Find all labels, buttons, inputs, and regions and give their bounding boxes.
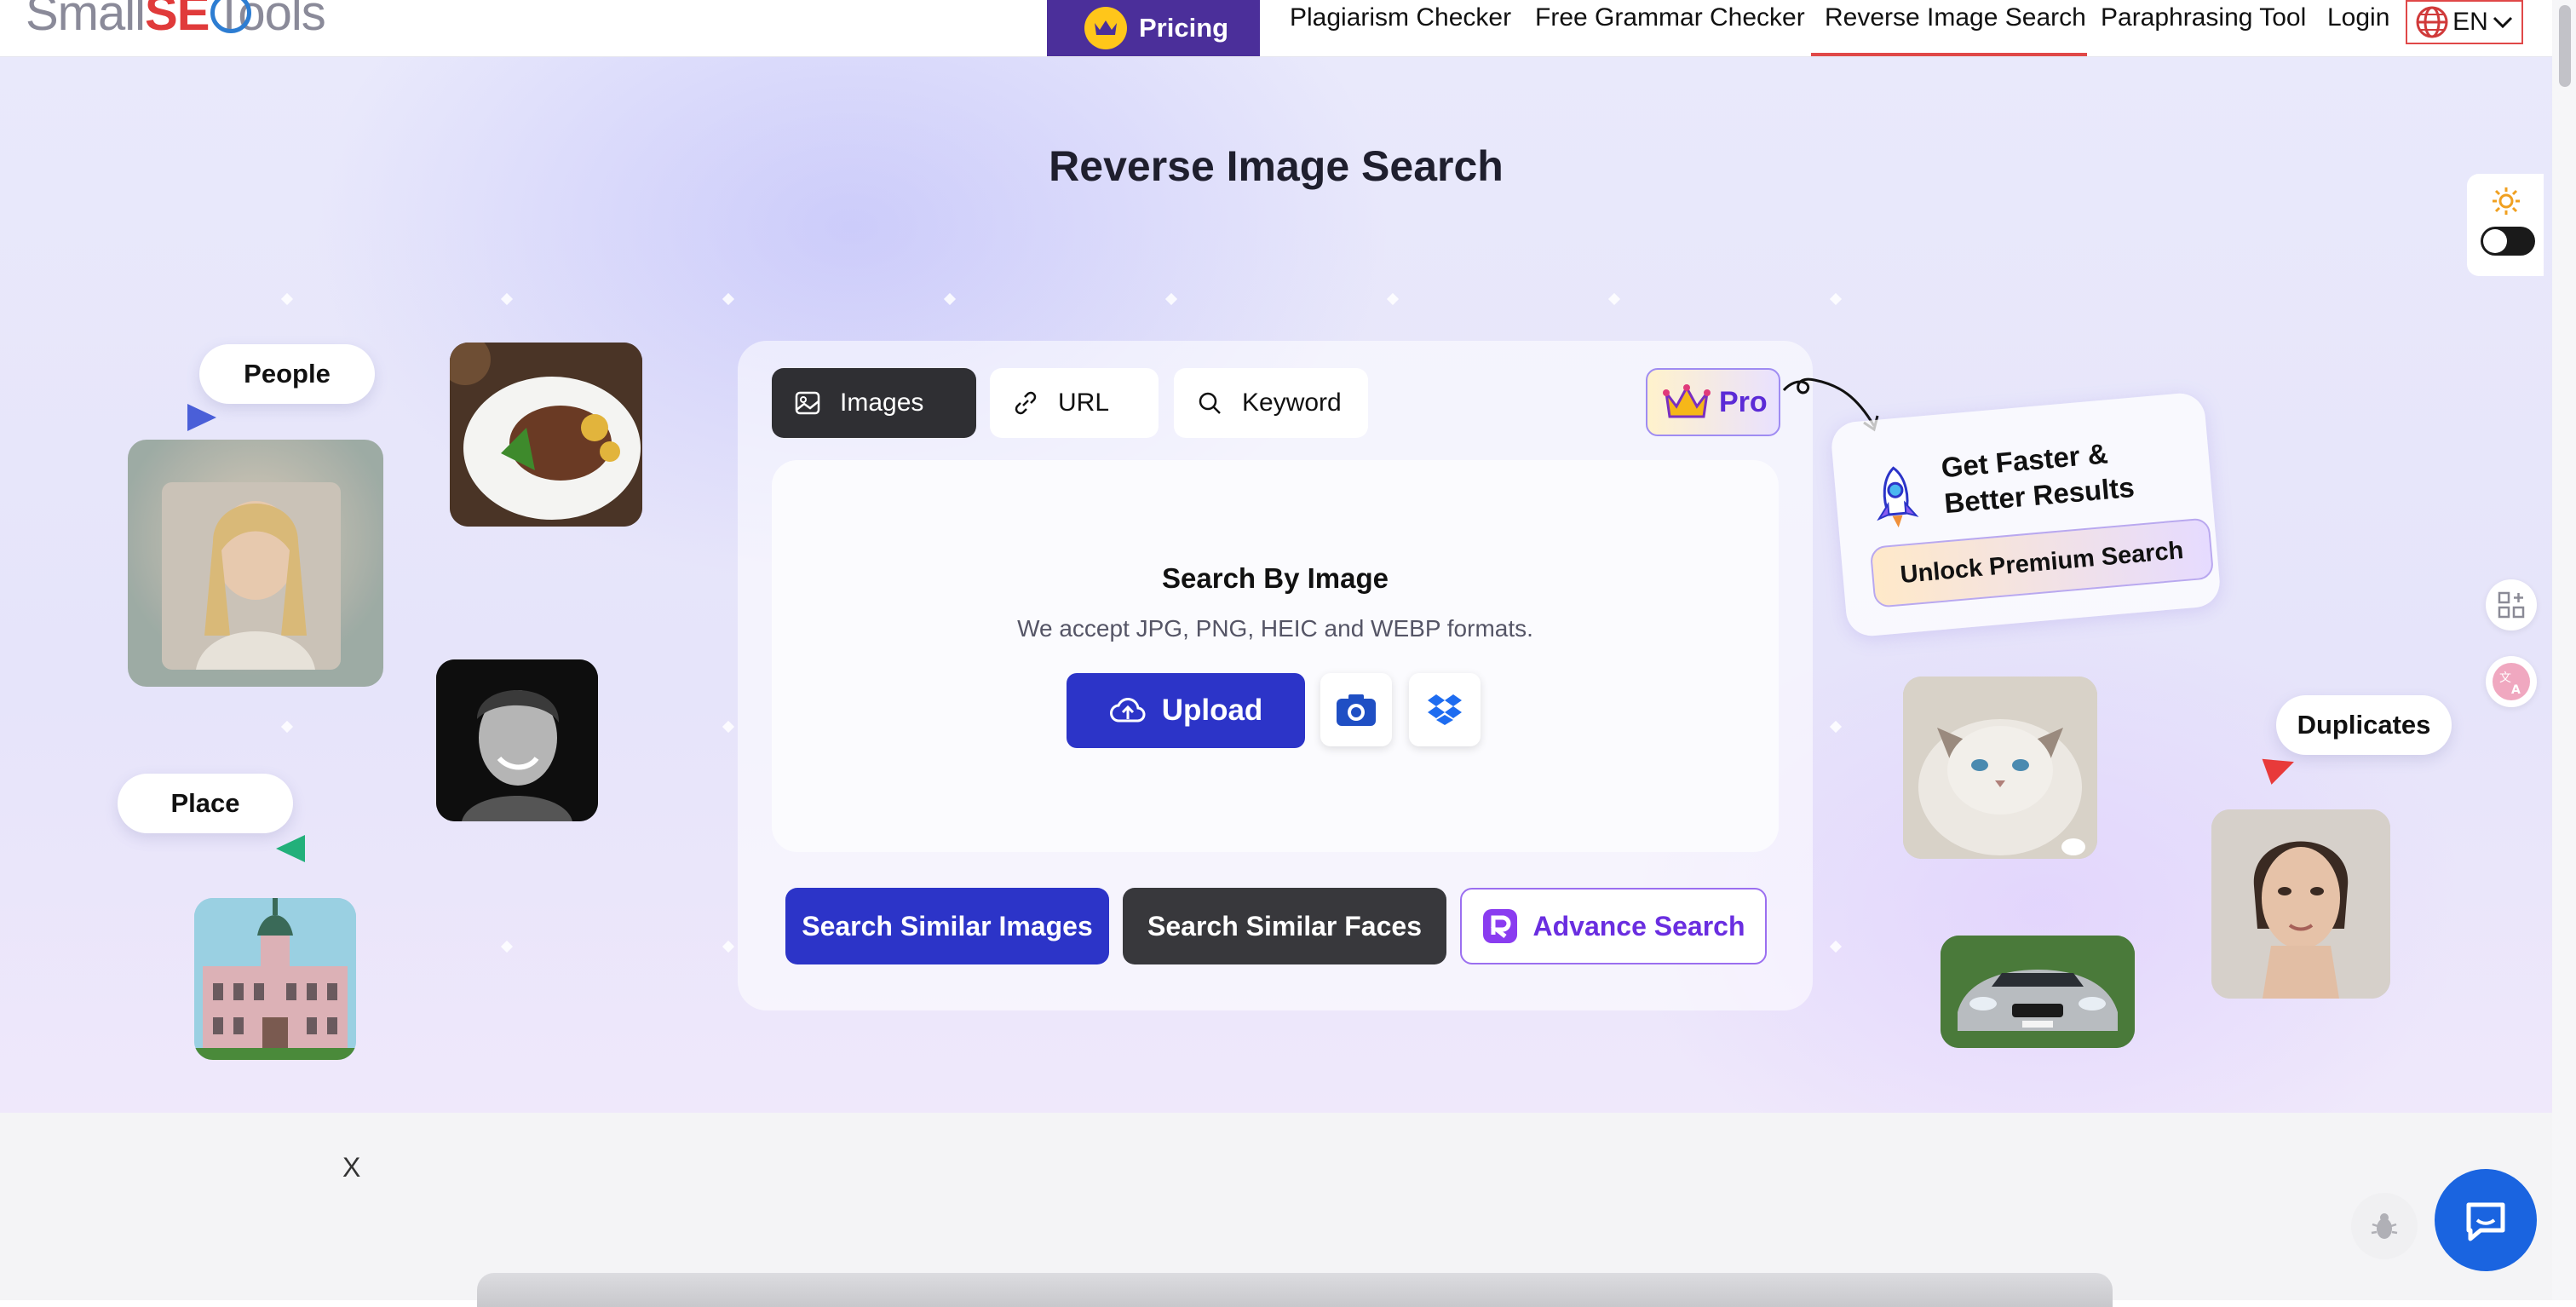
- people-label: People: [199, 344, 375, 404]
- cloud-upload-icon: [1109, 698, 1146, 723]
- dropbox-button[interactable]: [1409, 673, 1481, 746]
- chat-bubble-icon: [2466, 1202, 2505, 1241]
- bottom-section: [0, 1113, 2552, 1300]
- tab-keyword[interactable]: Keyword: [1174, 368, 1368, 438]
- man-portrait-photo: [436, 659, 598, 821]
- r-logo-icon: [1483, 909, 1518, 943]
- link-icon: [1015, 391, 1037, 415]
- food-photo: [450, 343, 642, 527]
- top-navigation: SmallSE Tools Pricing Plagiarism Checker …: [0, 0, 2552, 57]
- tab-url[interactable]: URL: [990, 368, 1159, 438]
- duplicates-label: Duplicates: [2276, 695, 2452, 755]
- close-ad-button[interactable]: X: [342, 1152, 360, 1183]
- svg-text:文: 文: [2499, 671, 2511, 685]
- nav-plagiarism-checker[interactable]: Plagiarism Checker: [1290, 0, 1511, 56]
- woman-portrait-photo: [2211, 809, 2390, 999]
- place-pointer-icon: [276, 835, 305, 862]
- page-scrollbar[interactable]: [2552, 0, 2576, 1300]
- bug-report-button[interactable]: [2351, 1193, 2418, 1259]
- globe-icon: [2416, 6, 2448, 38]
- bottom-ad-bar: [477, 1273, 2113, 1307]
- language-label: EN: [2452, 8, 2488, 36]
- pricing-label: Pricing: [1139, 13, 1229, 43]
- crown-icon: [1663, 384, 1711, 418]
- nav-free-grammar-checker[interactable]: Free Grammar Checker: [1535, 0, 1805, 56]
- search-card: Images URL Keyword Pro Search By Image W…: [738, 341, 1813, 1010]
- page-title: Reverse Image Search: [1049, 142, 1504, 190]
- place-photo: [194, 898, 356, 1060]
- site-logo[interactable]: SmallSE Tools: [26, 0, 326, 42]
- premium-promo-card: Get Faster & Better Results Unlock Premi…: [1829, 391, 2222, 638]
- promo-title: Get Faster & Better Results: [1940, 437, 2136, 520]
- search-similar-images-button[interactable]: Search Similar Images: [785, 888, 1109, 964]
- people-pointer-icon: [187, 404, 216, 431]
- people-photo: [128, 440, 383, 687]
- pro-label: Pro: [1719, 385, 1768, 418]
- apps-grid-icon: [2498, 591, 2525, 619]
- advance-search-button[interactable]: Advance Search: [1460, 888, 1767, 964]
- upload-button[interactable]: Upload: [1067, 673, 1305, 748]
- dropbox-icon: [1428, 694, 1462, 725]
- nav-login[interactable]: Login: [2327, 0, 2389, 56]
- logo-text-small: Small: [26, 0, 146, 41]
- tab-url-label: URL: [1058, 389, 1110, 417]
- search-similar-faces-button[interactable]: Search Similar Faces: [1123, 888, 1446, 964]
- translate-button[interactable]: 文A: [2486, 656, 2537, 707]
- chevron-down-icon: [2493, 16, 2512, 29]
- live-chat-button[interactable]: [2435, 1169, 2537, 1271]
- rocket-icon: [1877, 466, 1919, 528]
- pricing-button[interactable]: Pricing: [1047, 0, 1260, 56]
- theme-toggle-widget: [2467, 174, 2544, 276]
- camera-button[interactable]: [1320, 673, 1392, 746]
- place-label: Place: [118, 774, 293, 833]
- apps-grid-button[interactable]: [2486, 579, 2537, 630]
- image-icon: [795, 391, 820, 415]
- nav-reverse-image-search[interactable]: Reverse Image Search: [1811, 0, 2087, 56]
- unlock-premium-search-button[interactable]: Unlock Premium Search: [1869, 517, 2215, 608]
- drop-zone-subtitle: We accept JPG, PNG, HEIC and WEBP format…: [1017, 615, 1533, 642]
- bug-icon: [2371, 1213, 2398, 1239]
- tab-keyword-label: Keyword: [1242, 389, 1342, 417]
- tab-images[interactable]: Images: [772, 368, 976, 438]
- sun-icon: [2493, 187, 2520, 215]
- car-photo: [1941, 936, 2135, 1048]
- image-drop-zone[interactable]: Search By Image We accept JPG, PNG, HEIC…: [772, 460, 1779, 852]
- drop-zone-title: Search By Image: [1162, 562, 1389, 594]
- tab-images-label: Images: [840, 389, 924, 417]
- camera-icon: [1337, 694, 1376, 726]
- cat-photo: [1903, 677, 2097, 859]
- pro-badge[interactable]: Pro: [1646, 368, 1780, 436]
- upload-label: Upload: [1161, 694, 1263, 727]
- crown-icon: [1084, 7, 1127, 49]
- dark-mode-toggle[interactable]: [2481, 227, 2535, 256]
- svg-text:A: A: [2511, 683, 2521, 697]
- nav-paraphrasing-tool[interactable]: Paraphrasing Tool: [2101, 0, 2306, 56]
- logo-text-seo: SE: [145, 0, 210, 41]
- translate-icon: 文A: [2493, 663, 2530, 700]
- language-selector[interactable]: EN: [2406, 0, 2523, 44]
- advance-search-label: Advance Search: [1532, 910, 1745, 941]
- search-icon: [1199, 392, 1221, 414]
- scrollbar-thumb[interactable]: [2559, 5, 2571, 87]
